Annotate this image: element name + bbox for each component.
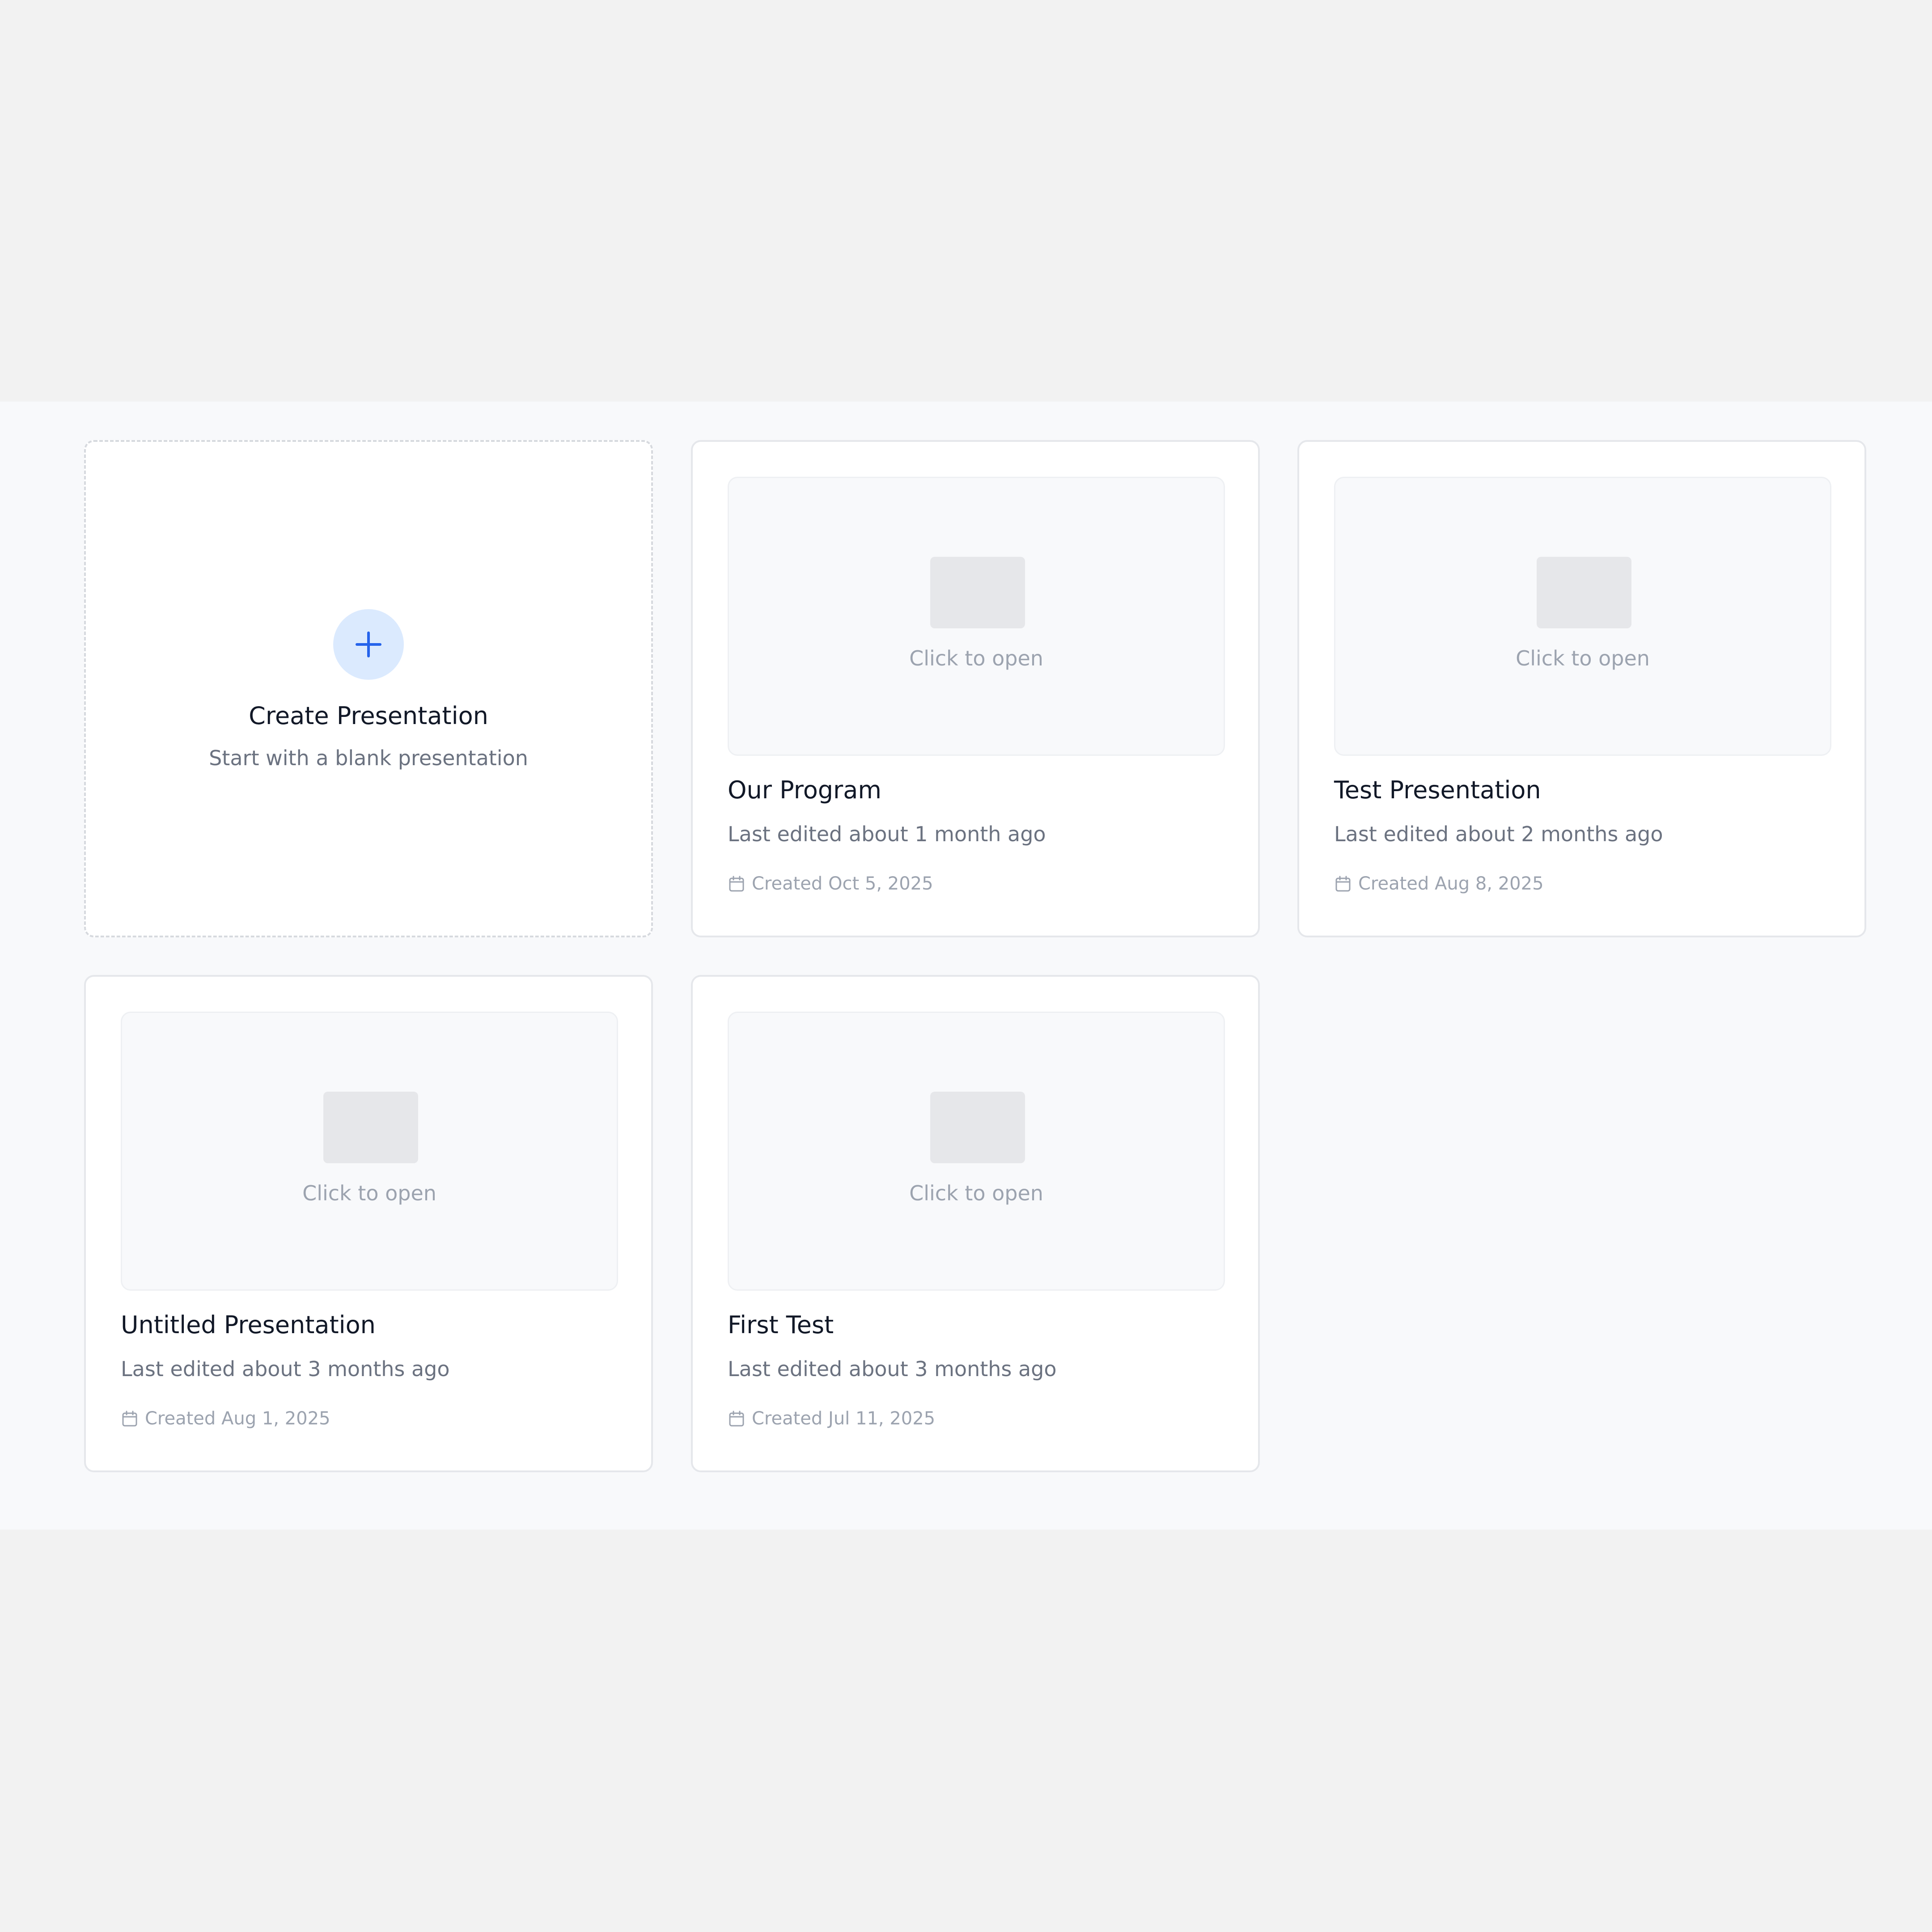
create-presentation-card[interactable]: Create Presentation Start with a blank p…	[84, 440, 653, 937]
presentation-card[interactable]: Click to open Test Presentation Last edi…	[1297, 440, 1866, 937]
presentation-card[interactable]: Click to open Our Program Last edited ab…	[691, 440, 1260, 937]
thumbnail-label: Click to open	[909, 1181, 1043, 1205]
last-edited-text: Last edited about 3 months ago	[728, 1357, 1057, 1381]
presentation-title: First Test	[728, 1311, 834, 1339]
presentation-title: Our Program	[728, 776, 881, 804]
last-edited-text: Last edited about 3 months ago	[121, 1357, 450, 1381]
presentation-card[interactable]: Click to open Untitled Presentation Last…	[84, 975, 653, 1472]
created-date-text: Created Jul 11, 2025	[752, 1408, 936, 1429]
calendar-icon	[1334, 875, 1352, 893]
presentation-thumbnail[interactable]: Click to open	[1334, 477, 1831, 756]
created-date-text: Created Oct 5, 2025	[752, 873, 933, 894]
created-date: Created Jul 11, 2025	[728, 1410, 935, 1428]
created-date: Created Aug 8, 2025	[1334, 875, 1544, 893]
plus-icon	[333, 609, 404, 680]
presentation-card[interactable]: Click to open First Test Last edited abo…	[691, 975, 1260, 1472]
created-date: Created Oct 5, 2025	[728, 875, 933, 893]
create-presentation-content: Create Presentation Start with a blank p…	[86, 442, 651, 936]
thumbnail-label: Click to open	[1516, 646, 1650, 670]
presentation-thumbnail[interactable]: Click to open	[121, 1012, 618, 1291]
slide-placeholder-icon	[930, 557, 1025, 628]
create-presentation-subtitle: Start with a blank presentation	[209, 746, 528, 770]
calendar-icon	[121, 1410, 139, 1428]
calendar-icon	[728, 875, 746, 893]
slide-placeholder-icon	[930, 1092, 1025, 1163]
created-date: Created Aug 1, 2025	[121, 1410, 330, 1428]
slide-placeholder-icon	[1537, 557, 1631, 628]
presentation-thumbnail[interactable]: Click to open	[728, 1012, 1225, 1291]
thumbnail-label: Click to open	[909, 646, 1043, 670]
slide-placeholder-icon	[323, 1092, 418, 1163]
created-date-text: Created Aug 1, 2025	[145, 1408, 330, 1429]
last-edited-text: Last edited about 2 months ago	[1334, 822, 1663, 846]
presentation-title: Test Presentation	[1334, 776, 1541, 804]
presentations-panel: Create Presentation Start with a blank p…	[0, 402, 1932, 1530]
presentation-thumbnail[interactable]: Click to open	[728, 477, 1225, 756]
calendar-icon	[728, 1410, 746, 1428]
last-edited-text: Last edited about 1 month ago	[728, 822, 1046, 846]
presentation-title: Untitled Presentation	[121, 1311, 376, 1339]
thumbnail-label: Click to open	[302, 1181, 436, 1205]
create-presentation-title: Create Presentation	[249, 702, 488, 730]
created-date-text: Created Aug 8, 2025	[1358, 873, 1544, 894]
